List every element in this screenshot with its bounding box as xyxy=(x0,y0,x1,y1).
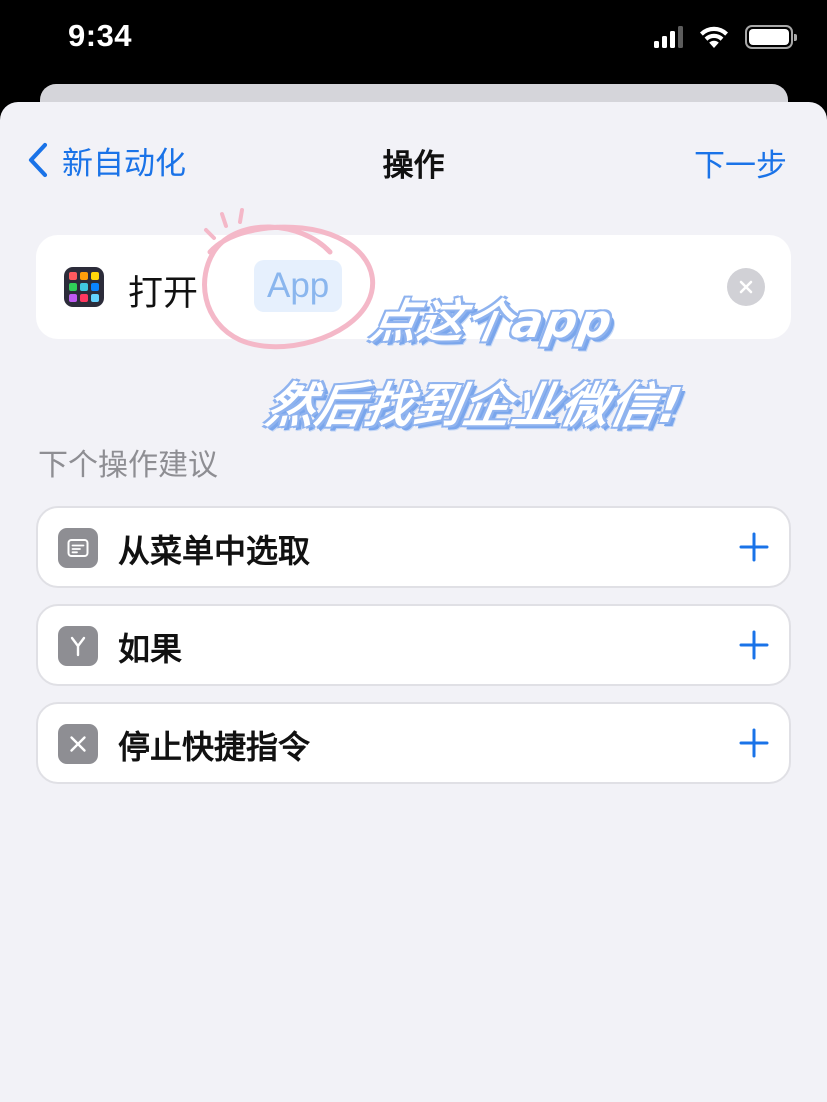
menu-list-icon xyxy=(58,528,98,568)
clear-action-button[interactable] xyxy=(727,268,765,306)
suggestion-label: 如果 xyxy=(118,630,183,668)
status-time: 9:34 xyxy=(68,18,133,53)
navigation-bar: 新自动化 操作 下一步 xyxy=(0,102,827,212)
status-icons xyxy=(654,22,797,52)
plus-icon[interactable] xyxy=(739,630,769,660)
suggestion-stop-shortcut[interactable]: 停止快捷指令 xyxy=(36,702,791,784)
cellular-signal-icon xyxy=(654,26,683,48)
plus-icon[interactable] xyxy=(739,532,769,562)
action-label: 打开 xyxy=(128,274,199,314)
status-bar: 9:34 xyxy=(0,0,827,80)
wifi-icon xyxy=(700,26,728,48)
suggestion-label: 停止快捷指令 xyxy=(118,728,311,766)
suggestion-choose-from-menu[interactable]: 从菜单中选取 xyxy=(36,506,791,588)
battery-icon xyxy=(745,25,797,49)
branch-icon xyxy=(58,626,98,666)
close-icon xyxy=(739,280,753,294)
annotation-line-2: 然后找到企业微信! xyxy=(262,378,687,434)
annotation-line-1: 点这个app xyxy=(366,294,618,348)
suggestion-if[interactable]: 如果 xyxy=(36,604,791,686)
suggestion-label: 从菜单中选取 xyxy=(118,532,311,570)
next-button[interactable]: 下一步 xyxy=(694,140,787,185)
automation-sheet: 新自动化 操作 下一步 打开 App 点这个app 然后找到企业微信! 下个操作… xyxy=(0,102,827,1102)
app-parameter-token[interactable]: App xyxy=(254,260,343,312)
suggestions-header: 下个操作建议 xyxy=(38,448,218,483)
plus-icon[interactable] xyxy=(739,728,769,758)
stop-x-icon xyxy=(58,724,98,764)
battery-level xyxy=(749,29,789,45)
app-grid-icon xyxy=(64,267,104,307)
